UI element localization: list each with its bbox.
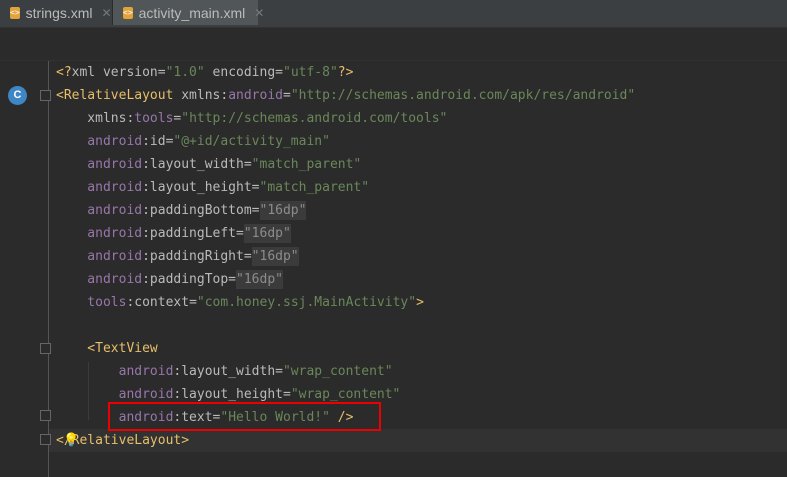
fold-icon[interactable] bbox=[40, 410, 51, 421]
code-token: > bbox=[416, 295, 424, 310]
code-token: <? bbox=[56, 65, 72, 80]
fold-icon[interactable] bbox=[40, 90, 51, 101]
class-c-icon[interactable]: C bbox=[8, 86, 27, 105]
code-line[interactable]: android:layout_height="match_parent" bbox=[56, 176, 635, 199]
code-token: "com.honey.ssj.MainActivity" bbox=[196, 295, 417, 310]
code-token: "16dp" bbox=[236, 270, 283, 289]
code-token: encoding= bbox=[204, 65, 283, 80]
breadcrumb-bar bbox=[0, 28, 787, 61]
code-token: :paddingLeft= bbox=[142, 226, 244, 241]
tab-strings-xml[interactable]: <> strings.xml ✕ bbox=[0, 0, 112, 25]
code-line[interactable]: xmlns:tools="http://schemas.android.com/… bbox=[56, 107, 635, 130]
code-token: "16dp" bbox=[243, 224, 291, 243]
code-line[interactable]: android:paddingTop="16dp" bbox=[56, 268, 635, 291]
code-line[interactable]: <TextView bbox=[56, 337, 635, 360]
code-token: "16dp" bbox=[251, 247, 299, 266]
code-token: :layout_height= bbox=[173, 387, 291, 402]
code-token: "16dp" bbox=[259, 201, 307, 220]
editor-tab-bar: <> strings.xml ✕ <> activity_main.xml ✕ bbox=[0, 0, 787, 28]
lightbulb-icon[interactable]: 💡 bbox=[63, 432, 79, 448]
code-token: :paddingRight= bbox=[142, 249, 252, 264]
tab-label: activity_main.xml bbox=[138, 4, 246, 21]
code-token: android bbox=[56, 364, 174, 379]
code-token: android bbox=[228, 88, 283, 103]
close-icon[interactable]: ✕ bbox=[254, 6, 264, 20]
code-token: tools bbox=[56, 295, 127, 310]
code-token: android bbox=[56, 226, 143, 241]
code-token: "wrap_content" bbox=[290, 387, 401, 402]
code-line[interactable]: android:layout_width="match_parent" bbox=[56, 153, 635, 176]
code-token: "@+id/activity_main" bbox=[173, 134, 330, 149]
code-token: android bbox=[56, 134, 143, 149]
code-token: android bbox=[56, 203, 143, 218]
code-token: :layout_width= bbox=[173, 364, 283, 379]
annotation-highlight-box bbox=[108, 402, 381, 431]
xml-file-icon: <> bbox=[123, 6, 133, 19]
code-token: :paddingBottom= bbox=[142, 203, 260, 218]
code-token: android bbox=[56, 387, 174, 402]
code-token: "wrap_content" bbox=[282, 364, 393, 379]
code-line[interactable]: tools:context="com.honey.ssj.MainActivit… bbox=[56, 291, 635, 314]
code-editor[interactable]: <?xml version="1.0" encoding="utf-8"?> <R… bbox=[56, 61, 635, 452]
code-line[interactable]: <RelativeLayout xmlns:android="http://sc… bbox=[56, 84, 635, 107]
code-token: "http://schemas.android.com/apk/res/andr… bbox=[290, 88, 636, 103]
code-token: = bbox=[283, 88, 291, 103]
code-line[interactable]: <?xml version="1.0" encoding="utf-8"?> bbox=[56, 61, 635, 84]
code-token: :id= bbox=[142, 134, 174, 149]
code-token: :layout_height= bbox=[142, 180, 260, 195]
code-token: android bbox=[56, 180, 143, 195]
code-token: "utf-8" bbox=[283, 65, 338, 80]
code-token: "match_parent" bbox=[251, 157, 362, 172]
xml-file-icon: <> bbox=[10, 6, 20, 19]
code-token: "1.0" bbox=[165, 65, 205, 80]
code-token: :layout_width= bbox=[142, 157, 252, 172]
close-icon[interactable]: ✕ bbox=[102, 6, 112, 20]
code-line[interactable]: android:paddingBottom="16dp" bbox=[56, 199, 635, 222]
tab-label: strings.xml bbox=[25, 4, 93, 21]
code-line[interactable]: android:id="@+id/activity_main" bbox=[56, 130, 635, 153]
code-token: "http://schemas.android.com/tools" bbox=[181, 111, 448, 126]
fold-icon[interactable] bbox=[40, 343, 51, 354]
code-token: "match_parent" bbox=[259, 180, 370, 195]
code-token: xml version= bbox=[71, 65, 166, 80]
code-token: :context= bbox=[126, 295, 197, 310]
code-token: <TextView bbox=[56, 341, 158, 356]
code-line[interactable]: android:layout_width="wrap_content" bbox=[56, 360, 635, 383]
code-token: xmlns: bbox=[173, 88, 229, 103]
code-token: android bbox=[56, 249, 143, 264]
code-line[interactable]: android:paddingRight="16dp" bbox=[56, 245, 635, 268]
code-line[interactable]: android:paddingLeft="16dp" bbox=[56, 222, 635, 245]
code-token: android bbox=[56, 272, 143, 287]
code-line[interactable]: </RelativeLayout> bbox=[56, 429, 635, 452]
tab-activity-main-xml[interactable]: <> activity_main.xml ✕ bbox=[113, 0, 264, 25]
code-token: android bbox=[56, 157, 143, 172]
code-token: tools bbox=[134, 111, 174, 126]
code-token: xmlns: bbox=[56, 111, 135, 126]
code-token: ?> bbox=[337, 65, 354, 80]
code-line[interactable] bbox=[56, 314, 635, 337]
code-token: <RelativeLayout bbox=[56, 88, 174, 103]
code-token: :paddingTop= bbox=[142, 272, 237, 287]
fold-icon[interactable] bbox=[40, 434, 51, 445]
